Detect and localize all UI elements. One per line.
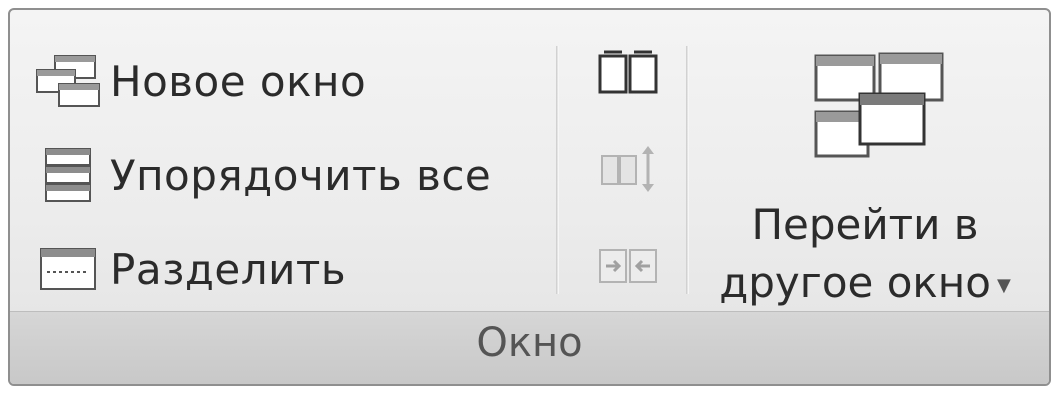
synchronous-scrolling-button[interactable] xyxy=(590,140,666,202)
reset-window-position-icon xyxy=(596,242,660,292)
arrange-all-button[interactable]: Упорядочить все xyxy=(32,140,491,210)
chevron-down-icon: ▼ xyxy=(996,275,1011,296)
switch-windows-label-line2-text: другое окно xyxy=(719,258,991,307)
split-icon xyxy=(32,239,104,299)
new-window-icon xyxy=(32,51,104,111)
group-footer: Окно xyxy=(10,311,1049,384)
switch-windows-label-line1: Перейти в xyxy=(751,200,979,249)
view-side-by-side-button[interactable] xyxy=(590,44,666,106)
separator xyxy=(686,46,689,294)
switch-windows-icon xyxy=(810,48,950,168)
new-window-button[interactable]: Новое окно xyxy=(32,46,366,116)
new-window-label: Новое окно xyxy=(110,56,367,106)
reset-window-position-button[interactable] xyxy=(590,236,666,298)
split-button[interactable]: Разделить xyxy=(32,234,346,304)
ribbon-group-window: Новое окно Упорядочить все Разделить Пер… xyxy=(8,8,1051,386)
separator xyxy=(556,46,559,294)
split-label: Разделить xyxy=(110,244,347,294)
view-side-by-side-icon xyxy=(596,50,660,100)
arrange-all-label: Упорядочить все xyxy=(110,150,492,200)
synchronous-scrolling-icon xyxy=(596,142,660,200)
group-title: Окно xyxy=(476,320,583,366)
switch-windows-label-line2: другое окно ▼ xyxy=(700,258,1030,307)
arrange-all-icon xyxy=(32,145,104,205)
switch-windows-button[interactable]: Перейти в другое окно ▼ xyxy=(700,40,1030,310)
